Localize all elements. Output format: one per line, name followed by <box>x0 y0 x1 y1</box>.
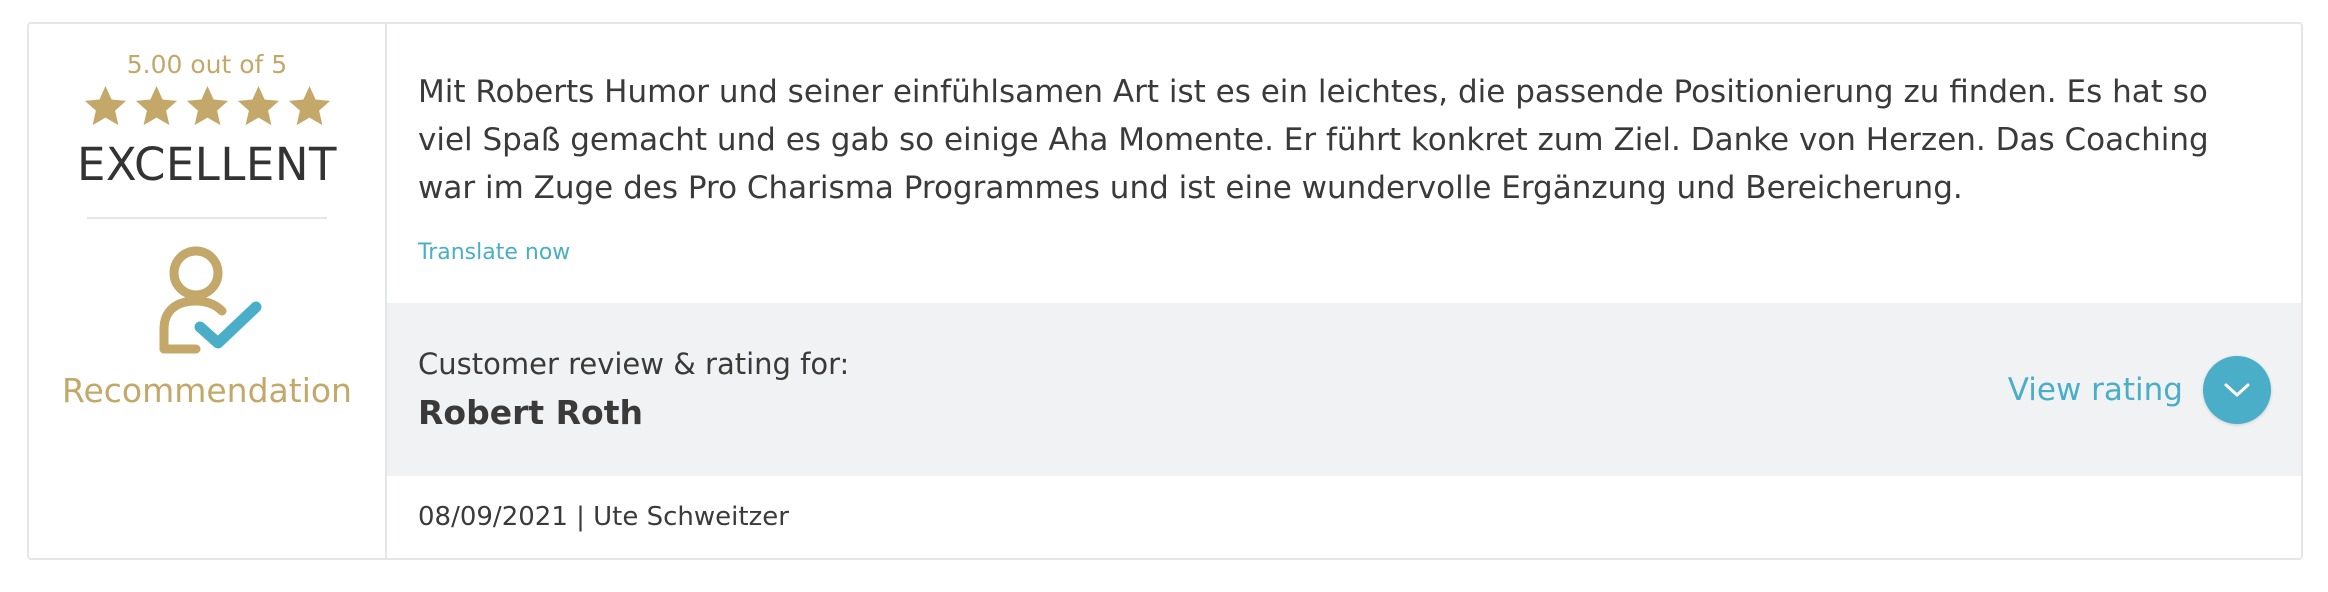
view-rating-button[interactable] <box>2203 355 2271 424</box>
review-body: Mit Roberts Humor und seiner einfühlsame… <box>387 24 2301 265</box>
review-subject-band: Customer review & rating for: Robert Rot… <box>387 303 2301 476</box>
star-icon <box>84 85 126 126</box>
star-rating <box>82 83 333 130</box>
chevron-down-icon <box>2224 383 2250 396</box>
score-text: 5.00 out of 5 <box>126 50 288 79</box>
view-rating-label[interactable]: View rating <box>2008 372 2183 408</box>
user-check-icon <box>159 246 262 354</box>
star-icon <box>186 85 228 126</box>
star-icon <box>237 85 279 126</box>
subject-name: Robert Roth <box>418 393 643 432</box>
review-meta: 08/09/2021 | Ute Schweitzer <box>418 502 789 532</box>
review-main: Mit Roberts Humor und seiner einfühlsame… <box>387 24 2301 558</box>
recommendation-label: Recommendation <box>62 371 352 410</box>
rating-summary: 5.00 out of 5 EXCELLENT Recommendation <box>29 24 387 558</box>
grade-label: EXCELLENT <box>76 138 338 191</box>
view-rating-toggle[interactable]: View rating <box>2008 355 2271 424</box>
review-text: Mit Roberts Humor und seiner einfühlsame… <box>418 74 2209 206</box>
star-icon <box>135 85 177 126</box>
translate-link[interactable]: Translate now <box>418 240 570 265</box>
review-for-label: Customer review & rating for: <box>418 347 850 381</box>
star-icon <box>288 85 330 126</box>
divider <box>87 217 327 219</box>
subject-info: Customer review & rating for: Robert Rot… <box>418 347 849 432</box>
review-card: 5.00 out of 5 EXCELLENT Recommendation M… <box>27 22 2303 560</box>
